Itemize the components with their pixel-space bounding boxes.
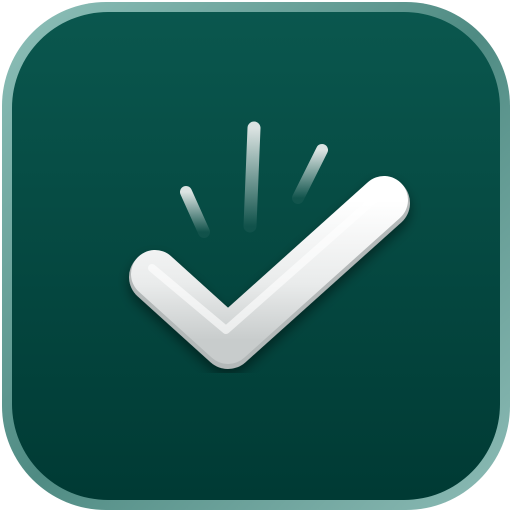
icon-canvas [0, 0, 512, 512]
app-icon [2, 2, 510, 510]
icon-background [12, 12, 500, 500]
emphasis-line-center [243, 121, 261, 233]
